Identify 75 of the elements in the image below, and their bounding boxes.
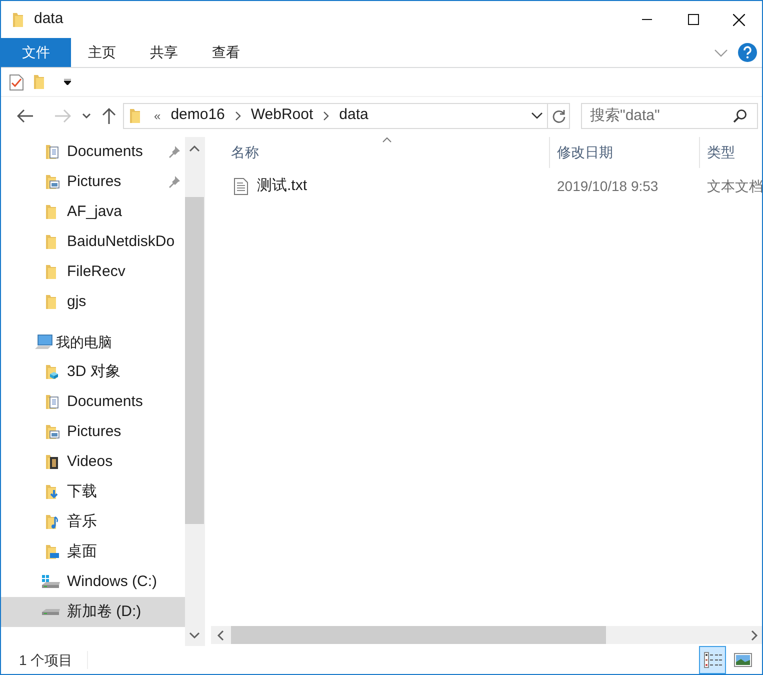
nav-item[interactable]: 桌面 bbox=[1, 537, 185, 567]
desktop-folder-icon bbox=[45, 544, 61, 560]
nav-item[interactable]: FileRecv bbox=[1, 257, 185, 287]
folder-icon bbox=[129, 108, 141, 124]
scroll-right-icon[interactable] bbox=[751, 630, 758, 640]
pin-icon[interactable] bbox=[168, 146, 180, 158]
properties-icon[interactable] bbox=[9, 74, 24, 90]
nav-item[interactable]: gjs bbox=[1, 287, 185, 317]
nav-item[interactable]: 下载 bbox=[1, 477, 185, 507]
file-row[interactable]: 测试.txt 2019/10/18 9:53 文本文档 bbox=[211, 174, 762, 198]
refresh-button[interactable] bbox=[548, 102, 570, 128]
nav-item[interactable]: Pictures bbox=[1, 417, 185, 447]
search-field[interactable]: 搜索"data" bbox=[581, 102, 758, 128]
nav-item[interactable]: 3D 对象 bbox=[1, 357, 185, 387]
chevron-down-icon[interactable] bbox=[82, 112, 91, 118]
nav-item[interactable]: Pictures bbox=[1, 167, 185, 197]
modified-date: 2019/10/18 9:53 bbox=[556, 176, 660, 196]
dropdown-icon[interactable] bbox=[64, 79, 71, 85]
chevron-down-icon[interactable] bbox=[531, 112, 543, 119]
ribbon-tab[interactable]: 共享 bbox=[133, 38, 195, 67]
nav-item[interactable]: Videos bbox=[1, 447, 185, 477]
file-name: 测试.txt bbox=[257, 176, 308, 196]
nav-item[interactable]: Documents bbox=[1, 137, 185, 167]
scroll-left-icon[interactable] bbox=[217, 630, 224, 640]
back-arrow-icon[interactable] bbox=[17, 108, 34, 122]
drive-icon bbox=[41, 608, 61, 616]
nav-item[interactable]: Documents bbox=[1, 387, 185, 417]
text-file-icon bbox=[234, 178, 248, 194]
address-bar[interactable]: « demo16 WebRoot data bbox=[123, 102, 548, 128]
scrollbar-thumb[interactable] bbox=[231, 626, 606, 644]
scroll-up-icon[interactable] bbox=[189, 145, 200, 152]
maximize-icon bbox=[688, 14, 698, 25]
document-folder-icon bbox=[45, 144, 61, 160]
close-icon bbox=[733, 14, 745, 26]
cube-folder-icon bbox=[45, 364, 61, 380]
document-folder-icon bbox=[45, 394, 61, 410]
nav-item[interactable]: BaiduNetdiskDo bbox=[1, 227, 185, 257]
nav-item[interactable]: 音乐 bbox=[1, 507, 185, 537]
column-header[interactable]: 类型 bbox=[707, 142, 735, 163]
search-icon[interactable] bbox=[733, 108, 747, 122]
folder-icon bbox=[12, 12, 24, 28]
ribbon-tab[interactable]: 主页 bbox=[71, 38, 133, 67]
nav-item[interactable]: Windows (C:) bbox=[1, 567, 185, 597]
computer-icon bbox=[34, 334, 54, 350]
status-text: 1 个项目 bbox=[19, 650, 73, 670]
pin-icon[interactable] bbox=[168, 176, 180, 188]
chevron-right-icon[interactable] bbox=[234, 110, 241, 120]
help-icon[interactable] bbox=[738, 43, 757, 62]
breadcrumb[interactable]: demo16 bbox=[170, 104, 225, 127]
nav-item[interactable]: 新加卷 (D:) bbox=[1, 597, 185, 627]
up-arrow-icon[interactable] bbox=[102, 107, 116, 124]
picture-folder-icon bbox=[45, 174, 61, 190]
column-header[interactable]: 修改日期 bbox=[557, 142, 613, 163]
windows-drive-icon bbox=[41, 574, 61, 590]
list-icon bbox=[704, 652, 722, 668]
nav-item[interactable]: AF_java bbox=[1, 197, 185, 227]
breadcrumb[interactable]: data bbox=[339, 104, 368, 127]
minimize-icon bbox=[642, 19, 652, 20]
column-header[interactable]: 名称 bbox=[231, 142, 259, 163]
scrollbar-thumb[interactable] bbox=[185, 197, 204, 524]
ribbon-tab[interactable]: 文件 bbox=[1, 38, 71, 67]
video-folder-icon bbox=[45, 454, 61, 470]
details-view-button[interactable] bbox=[699, 646, 726, 674]
window-title: data bbox=[34, 9, 64, 30]
breadcrumb[interactable]: WebRoot bbox=[250, 104, 314, 127]
overflow-chevron[interactable]: « bbox=[154, 106, 161, 124]
image-icon bbox=[734, 653, 752, 667]
nav-item[interactable]: 我的电脑 bbox=[1, 327, 185, 357]
scroll-down-icon[interactable] bbox=[189, 632, 200, 639]
picture-folder-icon bbox=[45, 424, 61, 440]
chevron-right-icon[interactable] bbox=[323, 110, 330, 120]
ribbon-tab[interactable]: 查看 bbox=[195, 38, 257, 67]
refresh-icon bbox=[552, 108, 566, 122]
file-type: 文本文档 bbox=[706, 176, 762, 196]
music-folder-icon bbox=[45, 514, 61, 530]
